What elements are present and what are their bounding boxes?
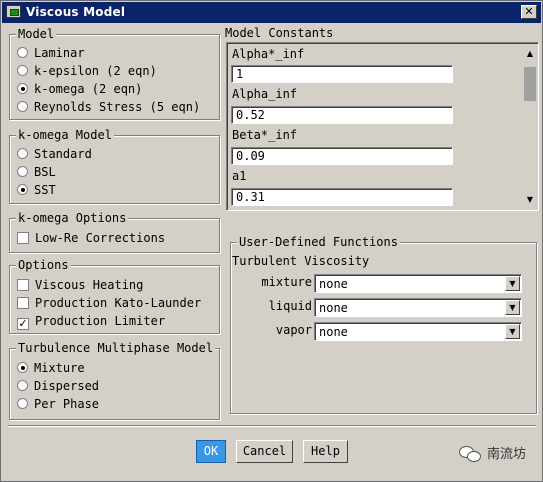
udf-label-liquid: liquid (268, 299, 312, 313)
radio-label: Standard (34, 147, 92, 161)
constant-label-alpha-star-inf: Alpha*_inf (232, 47, 305, 61)
scroll-up-arrow-icon[interactable]: ▲ (522, 46, 538, 62)
radio-dispersed[interactable]: Dispersed (17, 377, 99, 395)
model-constants-heading: Model Constants (225, 26, 334, 40)
constant-input-alpha-star-inf[interactable]: 1 (231, 65, 453, 83)
liquid-viscosity-select[interactable]: none ▼ (314, 298, 522, 317)
model-group-title: Model (16, 26, 57, 42)
radio-indicator[interactable] (17, 65, 28, 76)
close-button[interactable]: ✕ (521, 5, 537, 19)
select-value: none (319, 325, 348, 339)
watermark: 南流坊 (459, 443, 526, 462)
select-value: none (319, 277, 348, 291)
wechat-icon (459, 445, 481, 462)
udf-label-mixture: mixture (261, 275, 312, 289)
checkbox-indicator[interactable] (17, 279, 29, 291)
radio-sst[interactable]: SST (17, 181, 56, 199)
constant-input-a1[interactable]: 0.31 (231, 188, 453, 206)
checkbox-indicator-checked[interactable]: ✓ (17, 318, 29, 330)
radio-indicator[interactable] (17, 148, 28, 159)
checkbox-label: Production Kato-Launder (35, 296, 202, 310)
radio-indicator-selected[interactable] (17, 83, 28, 94)
komega-options-group-title: k-omega Options (16, 210, 129, 226)
model-constants-panel[interactable]: Alpha*_inf 1 Alpha_inf 0.52 Beta*_inf 0.… (226, 42, 539, 211)
title-bar[interactable]: Viscous Model ✕ (2, 2, 541, 23)
checkbox-label: Low-Re Corrections (35, 231, 166, 245)
watermark-text: 南流坊 (487, 447, 527, 462)
separator (8, 425, 536, 427)
viscous-model-dialog: Viscous Model ✕ Model Laminar k-epsilon … (0, 0, 543, 482)
constant-input-beta-star-inf[interactable]: 0.09 (231, 147, 453, 165)
chevron-down-icon[interactable]: ▼ (505, 300, 520, 315)
turbulent-viscosity-heading: Turbulent Viscosity (232, 254, 370, 268)
radio-label: k-epsilon (2 eqn) (34, 64, 157, 78)
radio-label: Laminar (34, 46, 85, 60)
radio-laminar[interactable]: Laminar (17, 44, 85, 62)
app-icon (6, 5, 21, 18)
checkbox-label: Viscous Heating (35, 278, 144, 292)
model-group: Model Laminar k-epsilon (2 eqn) k-omega … (9, 26, 220, 120)
window-title: Viscous Model (26, 5, 126, 19)
radio-standard[interactable]: Standard (17, 145, 92, 163)
radio-label: Reynolds Stress (5 eqn) (34, 100, 201, 114)
constant-label-a1: a1 (232, 169, 247, 183)
checkbox-indicator[interactable] (17, 232, 29, 244)
radio-per-phase[interactable]: Per Phase (17, 395, 99, 413)
komega-model-group-title: k-omega Model (16, 127, 114, 143)
radio-k-omega[interactable]: k-omega (2 eqn) (17, 80, 142, 98)
select-value: none (319, 301, 348, 315)
checkbox-production-kato-launder[interactable]: Production Kato-Launder (17, 294, 201, 312)
radio-indicator-selected[interactable] (17, 362, 28, 373)
radio-label: Mixture (34, 361, 85, 375)
multiphase-group-title: Turbulence Multiphase Model (16, 340, 216, 356)
multiphase-group: Turbulence Multiphase Model Mixture Disp… (9, 340, 220, 420)
cancel-button[interactable]: Cancel (236, 440, 293, 463)
chevron-down-icon[interactable]: ▼ (505, 276, 520, 291)
radio-label: k-omega (2 eqn) (34, 82, 143, 96)
constant-label-alpha-inf: Alpha_inf (232, 87, 298, 101)
radio-indicator[interactable] (17, 47, 28, 58)
radio-indicator[interactable] (17, 101, 28, 112)
udf-label-vapor: vapor (275, 323, 312, 337)
radio-indicator[interactable] (17, 380, 28, 391)
radio-label: BSL (34, 165, 56, 179)
radio-indicator-selected[interactable] (17, 184, 28, 195)
radio-indicator[interactable] (17, 398, 28, 409)
komega-model-group: k-omega Model Standard BSL SST (9, 127, 220, 204)
radio-k-epsilon[interactable]: k-epsilon (2 eqn) (17, 62, 157, 80)
options-group-title: Options (16, 257, 71, 273)
chevron-down-icon[interactable]: ▼ (505, 324, 520, 339)
checkbox-low-re-corrections[interactable]: Low-Re Corrections (17, 229, 165, 247)
komega-options-group: k-omega Options Low-Re Corrections (9, 210, 220, 253)
udf-group-title: User-Defined Functions (237, 234, 400, 250)
ok-button[interactable]: OK (196, 440, 226, 463)
radio-label: Dispersed (34, 379, 100, 393)
help-button[interactable]: Help (303, 440, 348, 463)
vapor-viscosity-select[interactable]: none ▼ (314, 322, 522, 341)
checkbox-indicator[interactable] (17, 297, 29, 309)
checkbox-production-limiter[interactable]: ✓ Production Limiter (17, 312, 165, 330)
options-group: Options Viscous Heating Production Kato-… (9, 257, 220, 334)
checkbox-viscous-heating[interactable]: Viscous Heating (17, 276, 143, 294)
radio-label: Per Phase (34, 397, 100, 411)
checkbox-label: Production Limiter (35, 314, 166, 328)
radio-label: SST (34, 183, 56, 197)
radio-mixture[interactable]: Mixture (17, 359, 85, 377)
radio-reynolds-stress[interactable]: Reynolds Stress (5 eqn) (17, 98, 200, 116)
constant-label-beta-star-inf: Beta*_inf (232, 128, 298, 142)
radio-bsl[interactable]: BSL (17, 163, 56, 181)
scroll-thumb[interactable] (524, 67, 536, 101)
scroll-down-arrow-icon[interactable]: ▼ (522, 192, 538, 208)
constant-input-alpha-inf[interactable]: 0.52 (231, 106, 453, 124)
radio-indicator[interactable] (17, 166, 28, 177)
constants-scrollbar[interactable]: ▲ ▼ (522, 44, 538, 208)
mixture-viscosity-select[interactable]: none ▼ (314, 274, 522, 293)
